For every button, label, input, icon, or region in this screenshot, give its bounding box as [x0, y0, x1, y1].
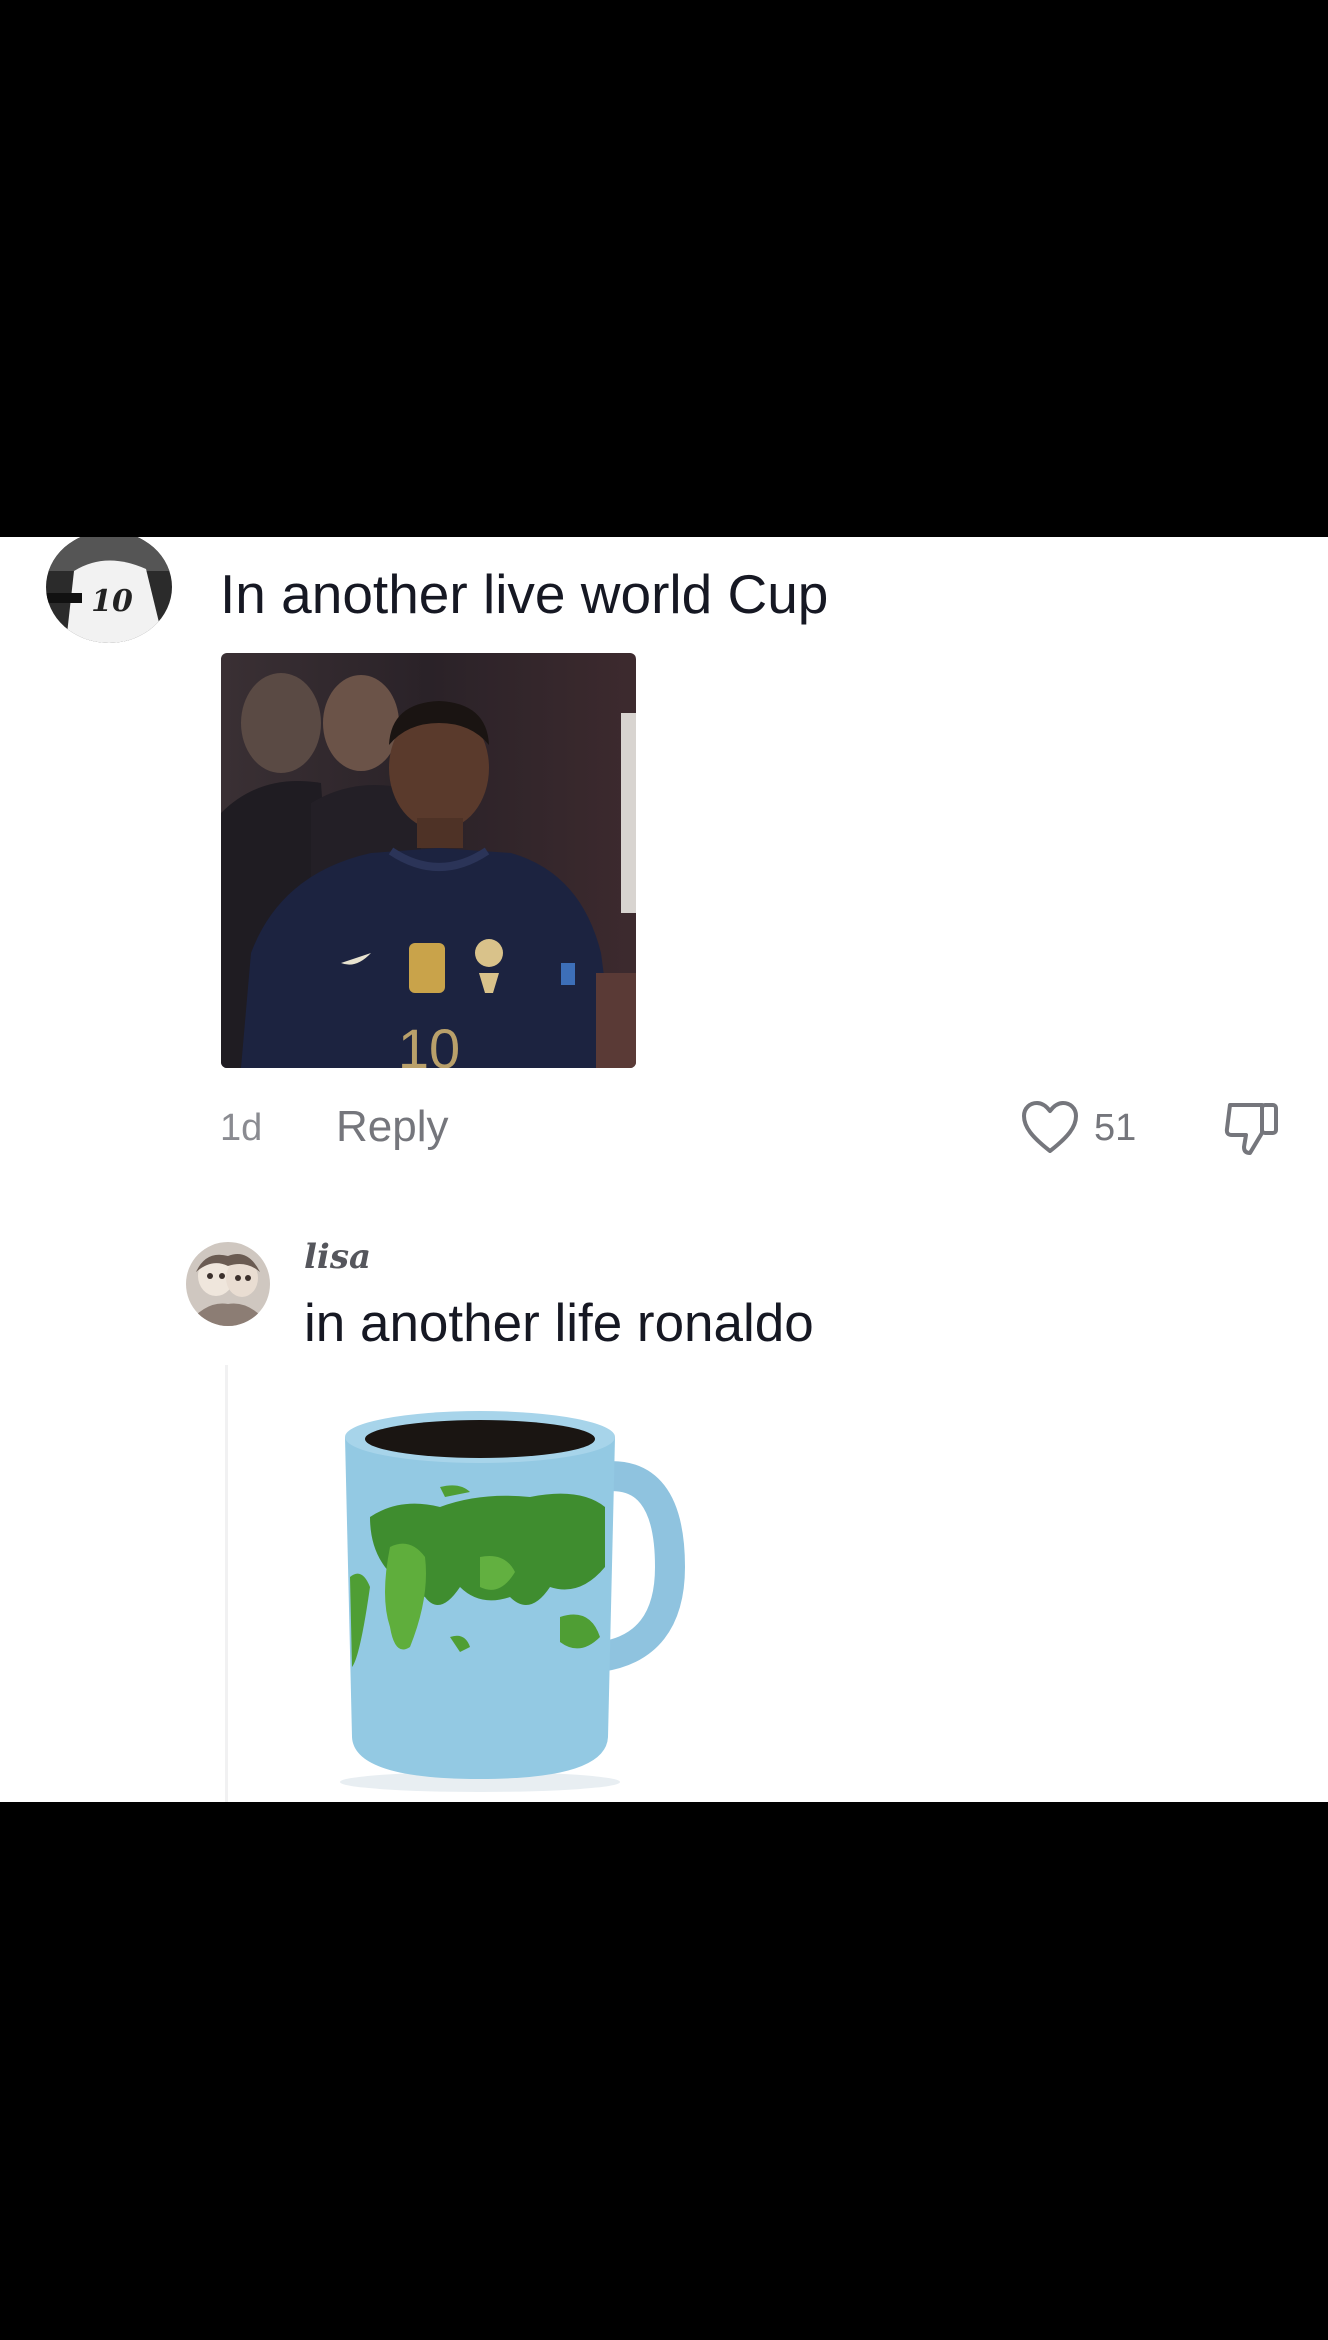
photo-jersey-number: 10 — [398, 1017, 460, 1068]
comments-panel: 10 In another live world Cup 10 1d Reply… — [0, 537, 1328, 1802]
reply-text: in another life ronaldo — [304, 1294, 814, 1353]
user-avatar-icon — [186, 1242, 270, 1326]
user-avatar-jersey-icon: 10 — [46, 537, 172, 643]
comment-timestamp: 1d — [220, 1107, 263, 1149]
avatar-jersey-number: 10 — [91, 584, 133, 619]
like-count: 51 — [1094, 1107, 1137, 1149]
reply-attached-photo[interactable] — [330, 1397, 690, 1797]
world-map-mug-icon — [340, 1411, 686, 1792]
heart-icon[interactable] — [1020, 1099, 1080, 1155]
reply-username[interactable]: lisa — [304, 1240, 371, 1274]
reply-avatar[interactable] — [186, 1242, 270, 1326]
letterbox-bottom — [0, 1802, 1328, 2340]
thumbs-down-icon[interactable] — [1222, 1097, 1282, 1159]
comment-attached-photo[interactable]: 10 — [221, 653, 636, 1068]
letterbox-top — [0, 0, 1328, 537]
comment-actions-row: 1d Reply 51 — [0, 1097, 1328, 1157]
commenter-avatar[interactable]: 10 — [46, 537, 172, 643]
reply-button[interactable]: Reply — [336, 1105, 449, 1149]
comment-text: In another live world Cup — [220, 563, 829, 625]
reply-thread-line — [225, 1365, 228, 1802]
